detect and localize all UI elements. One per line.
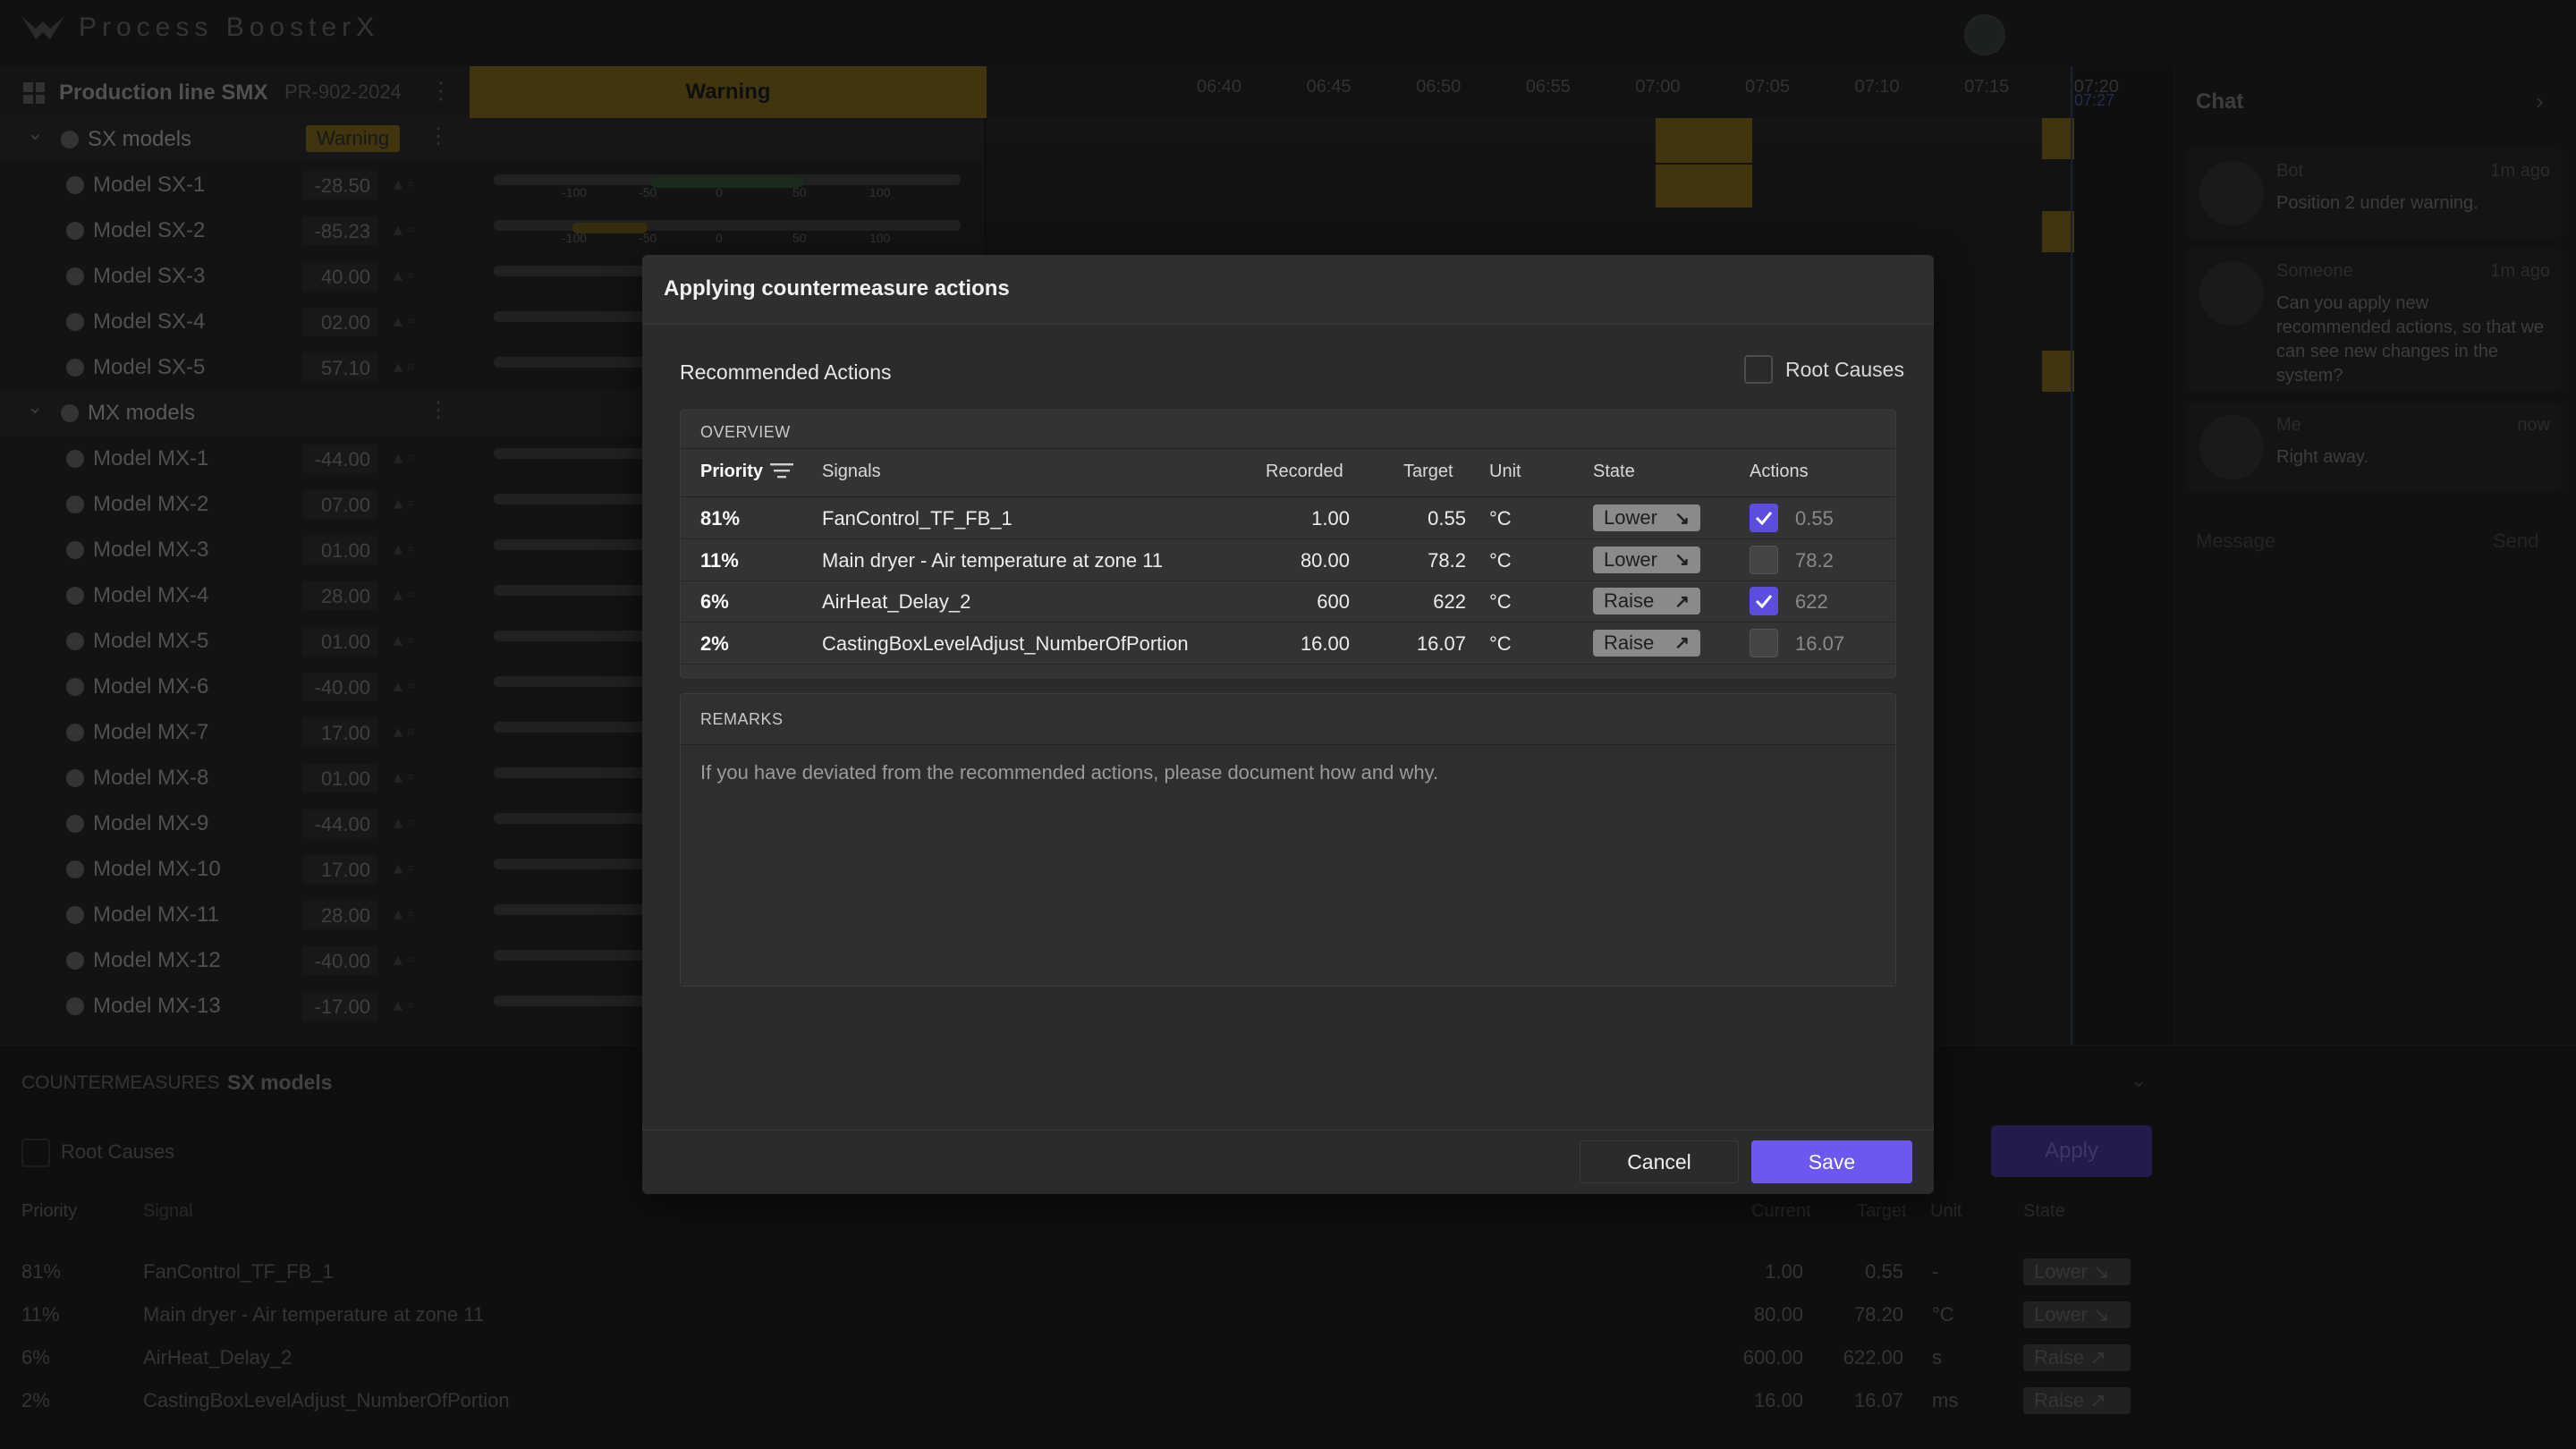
priority-cell: 81% [700, 507, 741, 530]
header-priority[interactable]: Priority [700, 462, 763, 482]
recorded-cell: 80.00 [1300, 548, 1350, 572]
recorded-cell: 600 [1317, 590, 1350, 613]
header-signals: Signals [822, 462, 881, 481]
state-badge: Lower ↘ [1593, 546, 1700, 573]
dialog-title: Applying countermeasure actions [664, 276, 1010, 301]
action-value[interactable]: 622 [1795, 590, 1828, 614]
header-actions: Actions [1750, 462, 1809, 481]
root-causes-checkbox[interactable] [1744, 355, 1773, 384]
action-value[interactable]: 0.55 [1795, 507, 1834, 530]
arrow-up-right-icon: ↗ [1674, 633, 1690, 653]
target-cell: 78.2 [1428, 548, 1466, 572]
cancel-button[interactable]: Cancel [1580, 1140, 1739, 1183]
action-value[interactable]: 78.2 [1795, 549, 1834, 572]
overview-label: OVERVIEW [700, 423, 791, 441]
state-label: Lower [1604, 506, 1657, 529]
priority-cell: 6% [700, 590, 729, 613]
sort-icon[interactable] [770, 461, 793, 482]
action-row: 81% FanControl_TF_FB_1 1.00 0.55 °C Lower ↘ 0.5… [681, 498, 1895, 539]
arrow-up-right-icon: ↗ [1674, 591, 1690, 612]
action-row: 6% AirHeat_Delay_2 600 622 °C Raise ↗ 622 [681, 581, 1895, 623]
signal-cell: CastingBoxLevelAdjust_NumberOfPortion [822, 631, 1189, 655]
target-cell: 16.07 [1416, 631, 1466, 655]
recommended-actions-label: Recommended Actions [680, 360, 892, 384]
target-cell: 622 [1433, 590, 1466, 613]
unit-cell: °C [1489, 507, 1512, 530]
signal-cell: FanControl_TF_FB_1 [822, 507, 1013, 530]
state-label: Raise [1604, 631, 1655, 654]
remarks-textarea[interactable] [681, 744, 1895, 986]
action-checkbox[interactable] [1750, 587, 1778, 615]
arrow-down-right-icon: ↘ [1674, 508, 1690, 529]
recorded-cell: 1.00 [1311, 507, 1350, 530]
countermeasure-dialog: Applying countermeasure actions Recommen… [642, 255, 1934, 1194]
header-state: State [1593, 462, 1635, 481]
state-badge: Raise ↗ [1593, 629, 1700, 657]
arrow-down-right-icon: ↘ [1674, 550, 1690, 570]
root-causes-toggle[interactable]: Root Causes [1744, 355, 1904, 384]
state-label: Raise [1604, 589, 1655, 612]
state-badge: Lower ↘ [1593, 504, 1700, 531]
unit-cell: °C [1489, 548, 1512, 572]
header-target: Target [1403, 462, 1453, 481]
recorded-cell: 16.00 [1300, 631, 1350, 655]
action-checkbox[interactable] [1750, 504, 1778, 532]
priority-cell: 11% [700, 548, 739, 572]
unit-cell: °C [1489, 590, 1512, 613]
dialog-header: Applying countermeasure actions [642, 255, 1934, 325]
save-button[interactable]: Save [1751, 1140, 1912, 1183]
signal-cell: AirHeat_Delay_2 [822, 590, 971, 613]
state-label: Lower [1604, 547, 1657, 571]
remarks-label: REMARKS [700, 710, 784, 728]
action-row: 2% CastingBoxLevelAdjust_NumberOfPortion 1… [681, 623, 1895, 665]
overview-table: OVERVIEW Priority Signals Recorded Targe… [680, 410, 1896, 678]
root-causes-label: Root Causes [1785, 357, 1904, 381]
remarks-section: REMARKS [680, 693, 1896, 987]
action-checkbox[interactable] [1750, 545, 1778, 574]
action-value[interactable]: 16.07 [1795, 632, 1844, 656]
unit-cell: °C [1489, 631, 1512, 655]
action-row: 11% Main dryer - Air temperature at zone … [681, 540, 1895, 581]
state-badge: Raise ↗ [1593, 588, 1700, 614]
priority-cell: 2% [700, 631, 729, 655]
target-cell: 0.55 [1428, 507, 1466, 530]
check-icon [1755, 512, 1773, 526]
header-recorded: Recorded [1266, 462, 1343, 481]
action-checkbox[interactable] [1750, 628, 1778, 657]
check-icon [1755, 595, 1773, 609]
header-unit: Unit [1489, 462, 1521, 481]
signal-cell: Main dryer - Air temperature at zone 11 [822, 548, 1164, 572]
